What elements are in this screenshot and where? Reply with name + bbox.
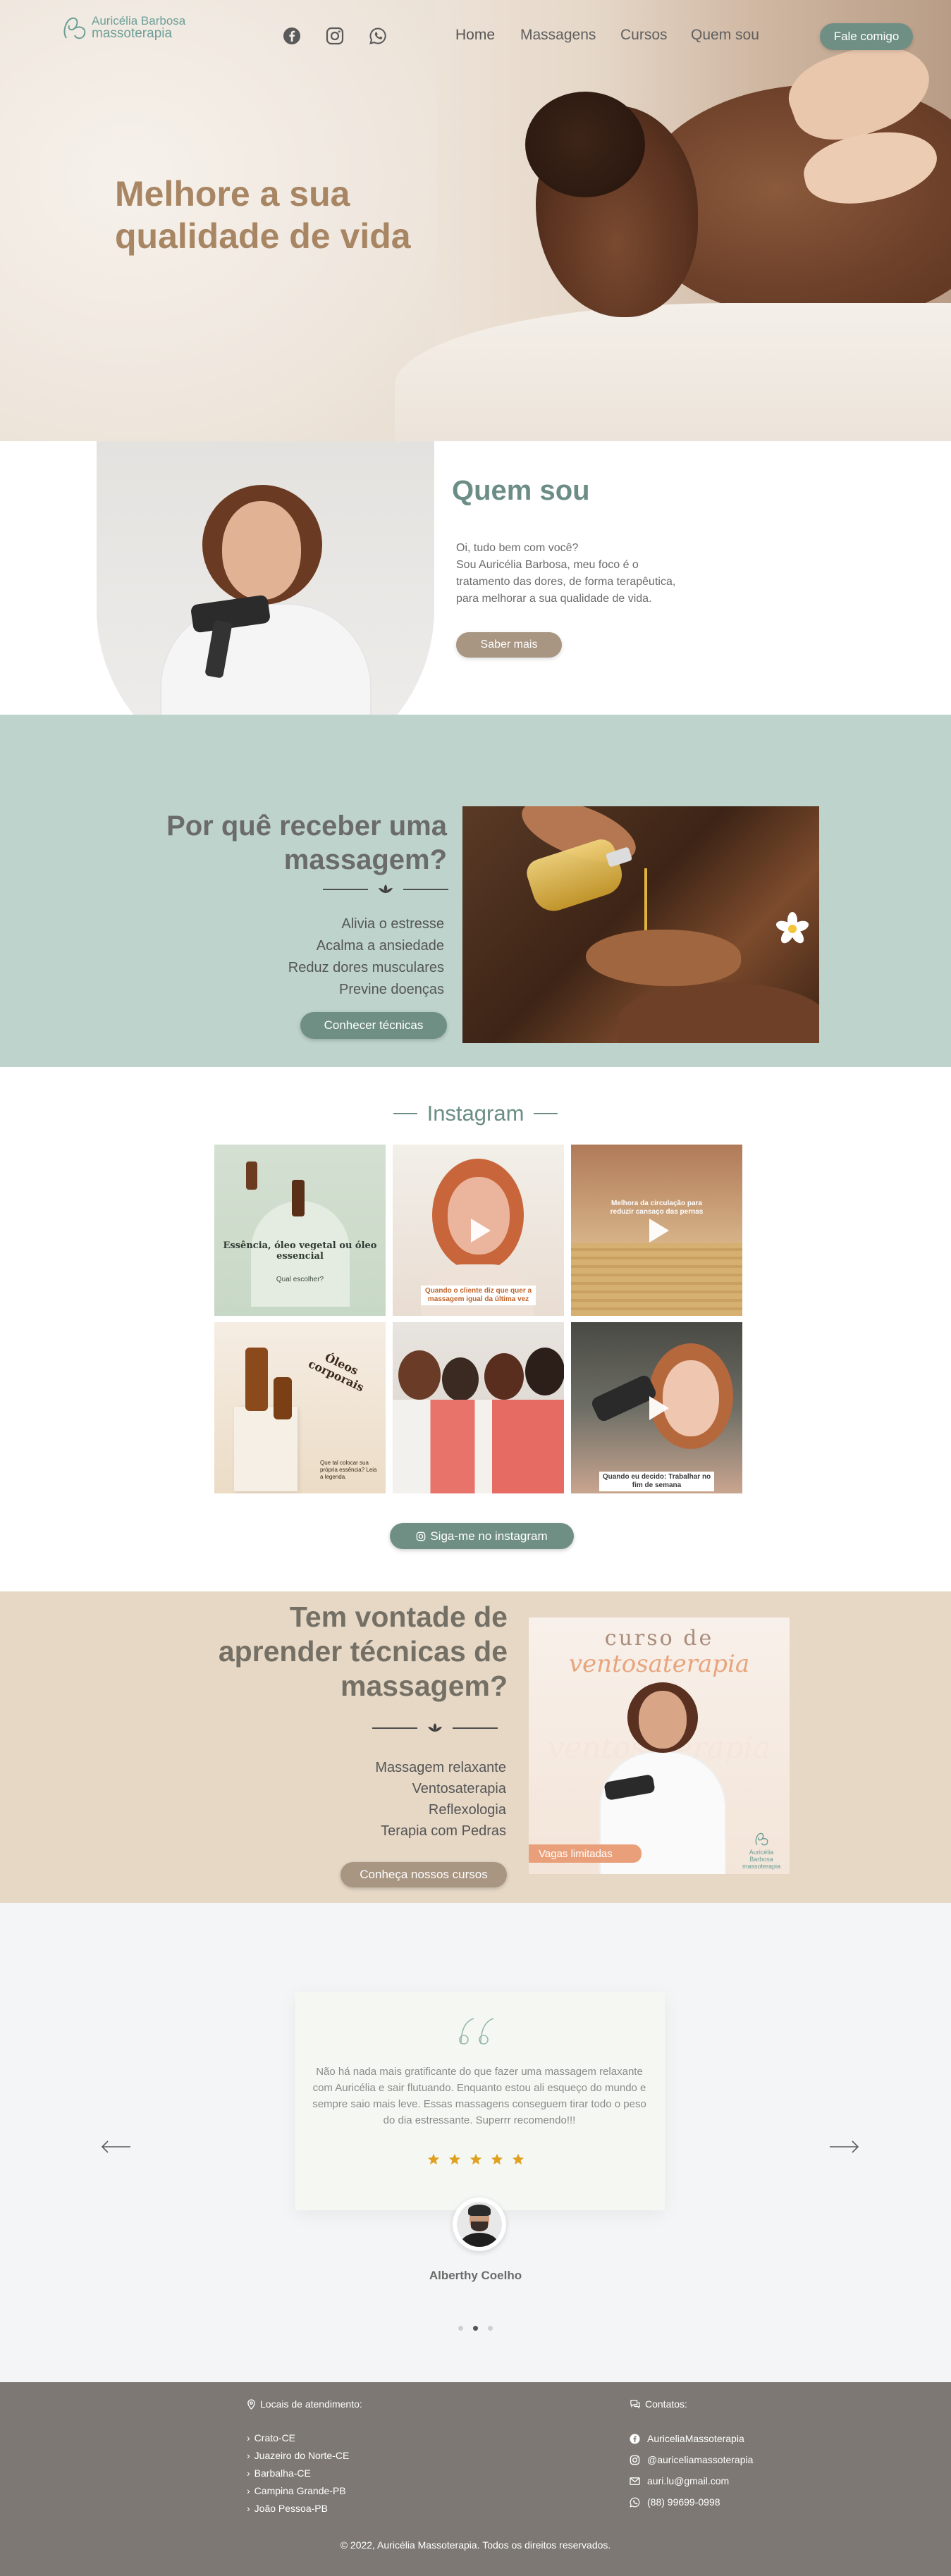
locations-heading: Locais de atendimento:	[247, 2398, 362, 2410]
star-icon	[470, 2153, 481, 2165]
hero-image-sheet	[395, 303, 951, 441]
list-item: Acalma a ansiedade	[316, 938, 444, 954]
facebook-icon[interactable]	[281, 25, 302, 47]
logo-line-2: massoterapia	[92, 26, 173, 41]
locations-list: › Crato-CE › Juazeiro do Norte-CE › Barbalh…	[247, 2429, 349, 2518]
oil-bottle-image	[523, 835, 627, 917]
chevron-right-icon: ›	[247, 2467, 250, 2479]
whatsapp-icon	[630, 2497, 640, 2508]
facebook-icon	[630, 2433, 640, 2444]
logo-mark-icon	[59, 13, 89, 42]
list-item: Massagem relaxante	[375, 1760, 506, 1775]
nav-cursos[interactable]: Cursos	[620, 27, 668, 44]
arrow-left-icon[interactable]	[99, 2138, 132, 2155]
list-item: Alivia o estresse	[341, 916, 444, 932]
play-icon	[470, 1218, 491, 1243]
list-item: Reduz dores musculares	[288, 960, 444, 975]
course-card-logo: Auricélia Barbosa massoterapia	[740, 1830, 783, 1870]
avatar	[453, 2198, 506, 2251]
list-item: Terapia com Pedras	[381, 1823, 506, 1839]
oil-massage-photo	[462, 806, 819, 1043]
instagram-section-title: Instagram	[0, 1101, 951, 1126]
hero-title: Melhore a sua qualidade de vida	[115, 174, 411, 256]
carousel-dot-active[interactable]	[473, 2326, 478, 2331]
instagram-post[interactable]: Óleos corporais Que tal colocar sua próp…	[214, 1322, 386, 1493]
instagram-icon	[630, 2455, 640, 2465]
mail-icon	[630, 2477, 640, 2485]
nav-quem-sou[interactable]: Quem sou	[691, 27, 759, 44]
contact-email[interactable]: auri.lu@gmail.com	[630, 2470, 753, 2491]
star-icon	[427, 2153, 439, 2165]
contact-instagram[interactable]: @auriceliamassoterapia	[630, 2449, 753, 2470]
about-text: Oi, tudo bem com você? Sou Auricélia Bar…	[456, 542, 676, 605]
whatsapp-icon[interactable]	[367, 25, 388, 47]
site-logo[interactable]: Auricélia Barbosa massoterapia	[59, 13, 185, 42]
why-benefits-list: Alivia o estresse Acalma a ansiedade Red…	[211, 913, 444, 1001]
hero-image-hair	[525, 92, 645, 197]
star-icon	[491, 2153, 503, 2165]
chat-icon	[630, 2400, 640, 2409]
instagram-icon	[417, 1532, 426, 1541]
chevron-right-icon: ›	[247, 2503, 250, 2514]
conheca-cursos-button[interactable]: Conheça nossos cursos	[340, 1862, 507, 1887]
instagram-post[interactable]	[393, 1322, 564, 1493]
nav-home[interactable]: Home	[455, 27, 495, 44]
quote-icon	[459, 2018, 494, 2045]
star-icon	[448, 2153, 460, 2165]
list-item: Reflexologia	[428, 1802, 506, 1818]
instagram-icon[interactable]	[324, 25, 345, 47]
courses-list: Massagem relaxante Ventosaterapia Reflex…	[282, 1757, 506, 1842]
course-card-line-1: curso de	[604, 1626, 714, 1651]
about-title: Quem sou	[452, 475, 590, 506]
conhecer-tecnicas-button[interactable]: Conhecer técnicas	[300, 1012, 447, 1039]
instagram-post[interactable]: Essência, óleo vegetal ou óleo essencial…	[214, 1145, 386, 1316]
copyright-text: © 2022, Auricélia Massoterapia. Todos os…	[340, 2539, 611, 2551]
instagram-post[interactable]: Melhora da circulação para reduzir cansa…	[571, 1145, 742, 1316]
list-item: › Campina Grande-PB	[247, 2482, 349, 2500]
testimonial-author: Alberthy Coelho	[429, 2269, 522, 2282]
carousel-dot[interactable]	[488, 2326, 493, 2331]
top-navbar: Auricélia Barbosa massoterapia Home Mass…	[0, 0, 951, 70]
frangipani-flower-icon	[775, 912, 809, 944]
list-item: › João Pessoa-PB	[247, 2500, 349, 2518]
chevron-right-icon: ›	[247, 2450, 250, 2461]
section-divider	[323, 883, 448, 896]
contacts-heading: Contatos:	[630, 2398, 687, 2410]
vagas-limitadas-badge: Vagas limitadas	[529, 1844, 642, 1863]
contacts-list: AuriceliaMassoterapia @auriceliamassoter…	[630, 2428, 753, 2513]
instagram-post[interactable]: Quando o cliente diz que quer a massagem…	[393, 1145, 564, 1316]
contact-whatsapp[interactable]: (88) 99699-0998	[630, 2491, 753, 2513]
section-divider	[372, 1722, 498, 1734]
course-promo-card[interactable]: ventosaterapia curso de ventosaterapia V…	[529, 1617, 790, 1874]
course-card-line-2: ventosaterapia	[568, 1650, 750, 1678]
star-icon	[512, 2153, 524, 2165]
instagram-post[interactable]: Quando eu decido: Trabalhar no fim de se…	[571, 1322, 742, 1493]
testimonial-text: Não há nada mais gratificante do que faz…	[312, 2066, 646, 2126]
list-item: › Juazeiro do Norte-CE	[247, 2447, 349, 2465]
follow-instagram-button[interactable]: Siga-me no instagram	[390, 1523, 574, 1549]
contact-facebook[interactable]: AuriceliaMassoterapia	[630, 2428, 753, 2449]
page: Melhore a sua qualidade de vida Auricéli…	[0, 0, 951, 2576]
chevron-right-icon: ›	[247, 2485, 250, 2496]
why-title: Por quê receber uma massagem?	[166, 811, 447, 875]
list-item: Ventosaterapia	[412, 1781, 506, 1797]
lotus-icon	[379, 885, 393, 893]
list-item: › Crato-CE	[247, 2429, 349, 2447]
location-pin-icon	[247, 2398, 255, 2410]
list-item: › Barbalha-CE	[247, 2465, 349, 2482]
contact-button[interactable]: Fale comigo	[820, 23, 913, 50]
courses-title: Tem vontade de aprender técnicas de mass…	[218, 1601, 508, 1702]
rating-stars	[0, 2153, 951, 2166]
logo-mark-icon	[755, 1832, 768, 1846]
saber-mais-button[interactable]: Saber mais	[456, 632, 562, 658]
play-icon	[649, 1218, 669, 1243]
play-icon	[649, 1395, 669, 1420]
carousel-dots	[0, 2326, 951, 2331]
list-item: Previne doenças	[339, 982, 444, 997]
arrow-right-icon[interactable]	[828, 2138, 861, 2155]
chevron-right-icon: ›	[247, 2432, 250, 2443]
nav-massagens[interactable]: Massagens	[520, 27, 596, 44]
carousel-dot[interactable]	[458, 2326, 463, 2331]
lotus-icon	[428, 1723, 442, 1732]
